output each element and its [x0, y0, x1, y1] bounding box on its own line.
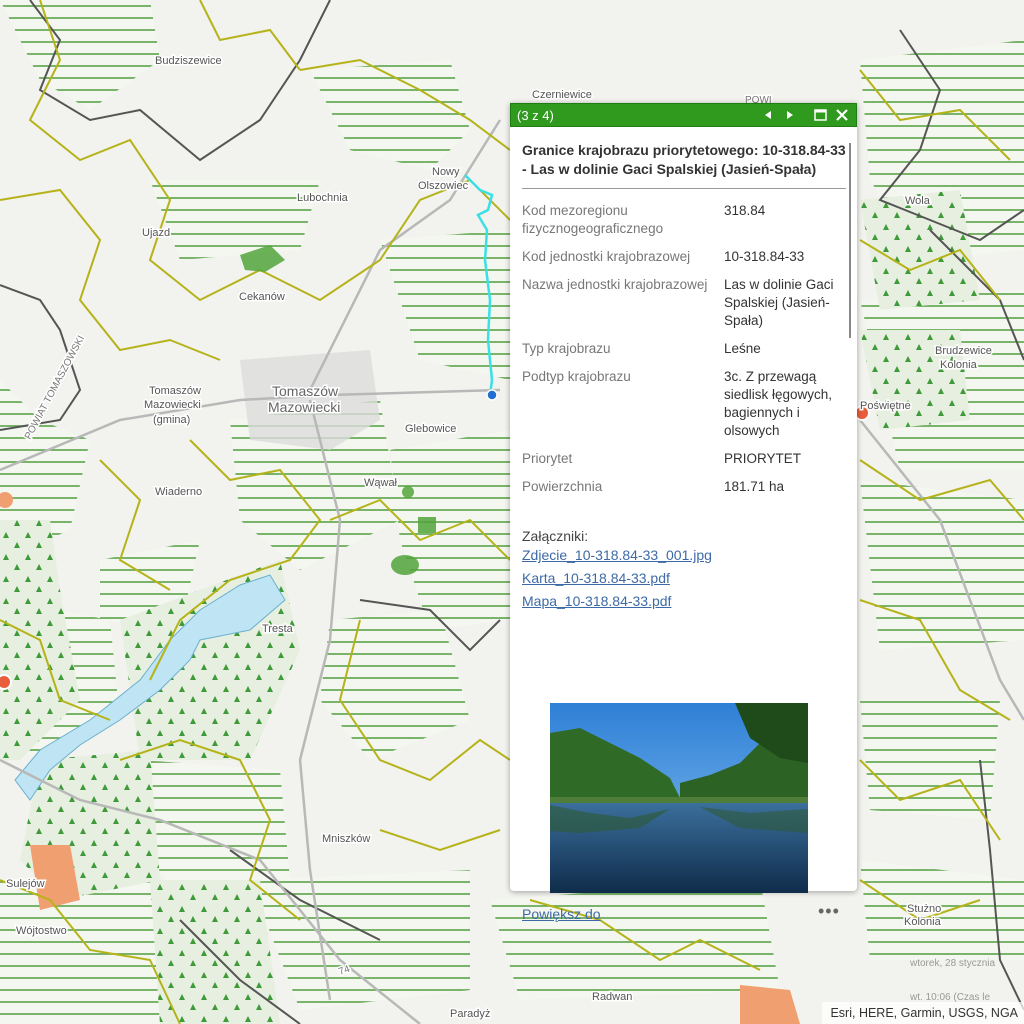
place-label: Wąwał — [364, 477, 398, 489]
place-label: Mazowiecki — [144, 399, 201, 411]
attribute-value: 318.84 — [724, 203, 766, 218]
place-label: Kolonia — [904, 916, 942, 928]
attribute-row: Podtyp krajobrazu 3c. Z przewagą siedlisk… — [522, 364, 848, 446]
place-label: Wola — [905, 195, 931, 207]
attribute-value: 181.71 ha — [724, 479, 785, 494]
attribute-value: 10-318.84-33 — [724, 249, 805, 264]
attribute-value: Las w dolinie Gaci Spalskiej (Jasień-Spa… — [724, 277, 834, 328]
close-icon[interactable] — [834, 107, 850, 123]
attribute-key: Priorytet — [522, 451, 573, 466]
popup-scrollbar[interactable] — [849, 143, 851, 338]
attribute-key: Podtyp krajobrazu — [522, 369, 631, 384]
place-label: Tomaszów — [272, 383, 339, 399]
place-label: Sulejów — [6, 878, 45, 890]
attachment-link[interactable]: Zdjecie_10-318.84-33_001.jpg — [522, 544, 842, 567]
popup-body[interactable]: Granice krajobrazu priorytetowego: 10-31… — [522, 141, 846, 922]
attribute-value: 3c. Z przewagą siedlisk łęgowych, bagien… — [724, 369, 833, 438]
attribute-row: Nazwa jednostki krajobrazowej Las w dolin… — [522, 272, 848, 336]
attribute-key: Nazwa jednostki krajobrazowej — [522, 277, 708, 292]
attachments-list: Zdjecie_10-318.84-33_001.jpg Karta_10-318… — [522, 544, 842, 613]
place-label: Nowy — [432, 166, 460, 178]
zoom-to-link[interactable]: Powiększ do — [522, 906, 601, 922]
attribute-key: Kod jednostki krajobrazowej — [522, 249, 691, 264]
popup-header: (3 z 4) — [510, 103, 857, 127]
triangle-left-icon[interactable] — [760, 107, 776, 123]
place-label: Budziszewice — [155, 55, 222, 67]
place-label: Radwan — [592, 991, 632, 1003]
feature-popup: (3 z 4) Granice krajobrazu priorytetoweg… — [510, 103, 857, 922]
attribute-key: Typ krajobrazu — [522, 341, 611, 356]
attribute-row: Kod mezoregionu fizycznogeograficznego 31… — [522, 198, 848, 244]
attachment-photo-thumbnail[interactable] — [550, 703, 808, 893]
place-label: Tomaszów — [149, 385, 201, 397]
attribute-row: Powierzchnia 181.71 ha — [522, 474, 848, 502]
place-label: Olszowiec — [418, 180, 469, 192]
place-label: Tresta — [262, 623, 294, 635]
place-label: Lubochnia — [297, 192, 349, 204]
attribute-row: Kod jednostki krajobrazowej 10-318.84-33 — [522, 244, 848, 272]
place-label: Wiaderno — [155, 486, 202, 498]
popup-title: Granice krajobrazu priorytetowego: 10-31… — [522, 141, 846, 189]
place-label: Paradyż — [450, 1008, 490, 1020]
point-symbol[interactable] — [0, 674, 12, 690]
maximize-icon[interactable] — [812, 107, 828, 123]
place-label: Czerniewice — [532, 89, 592, 101]
attachment-link[interactable]: Mapa_10-318.84-33.pdf — [522, 590, 842, 613]
attribute-key: Kod mezoregionu fizycznogeograficznego — [522, 203, 664, 236]
attribute-value: PRIORYTET — [724, 451, 802, 466]
attachments-label: Załączniki: — [522, 528, 589, 544]
popup-feature-counter: (3 z 4) — [517, 107, 554, 123]
map-attribution: Esri, HERE, Garmin, USGS, NGA — [822, 1002, 1024, 1024]
place-label: Wójtostwo — [16, 925, 67, 937]
attribute-table: Kod mezoregionu fizycznogeograficznego 31… — [522, 198, 848, 502]
attribute-row: Typ krajobrazu Leśne — [522, 336, 848, 364]
place-label: Mazowiecki — [268, 399, 340, 415]
place-label: Kolonia — [940, 359, 978, 371]
triangle-right-icon[interactable] — [782, 107, 798, 123]
attribute-value: Leśne — [724, 341, 761, 356]
attachment-link[interactable]: Karta_10-318.84-33.pdf — [522, 567, 842, 590]
place-label: Cekanów — [239, 291, 285, 303]
more-options-button[interactable]: ••• — [818, 901, 840, 922]
attribute-row: Priorytet PRIORYTET — [522, 446, 848, 474]
selected-location-marker — [486, 389, 498, 401]
attribute-key: Powierzchnia — [522, 479, 603, 494]
place-label: Ujazd — [142, 227, 170, 239]
place-label: Brudzewice — [935, 345, 992, 357]
place-label: Mniszków — [322, 833, 370, 845]
place-label: Stużno — [907, 903, 941, 915]
place-label: (gmina) — [153, 414, 190, 426]
timestamp-overlay-date: wtorek, 28 stycznia — [910, 958, 996, 969]
place-label: Poświętne — [860, 400, 911, 412]
place-label: Glebowice — [405, 423, 456, 435]
